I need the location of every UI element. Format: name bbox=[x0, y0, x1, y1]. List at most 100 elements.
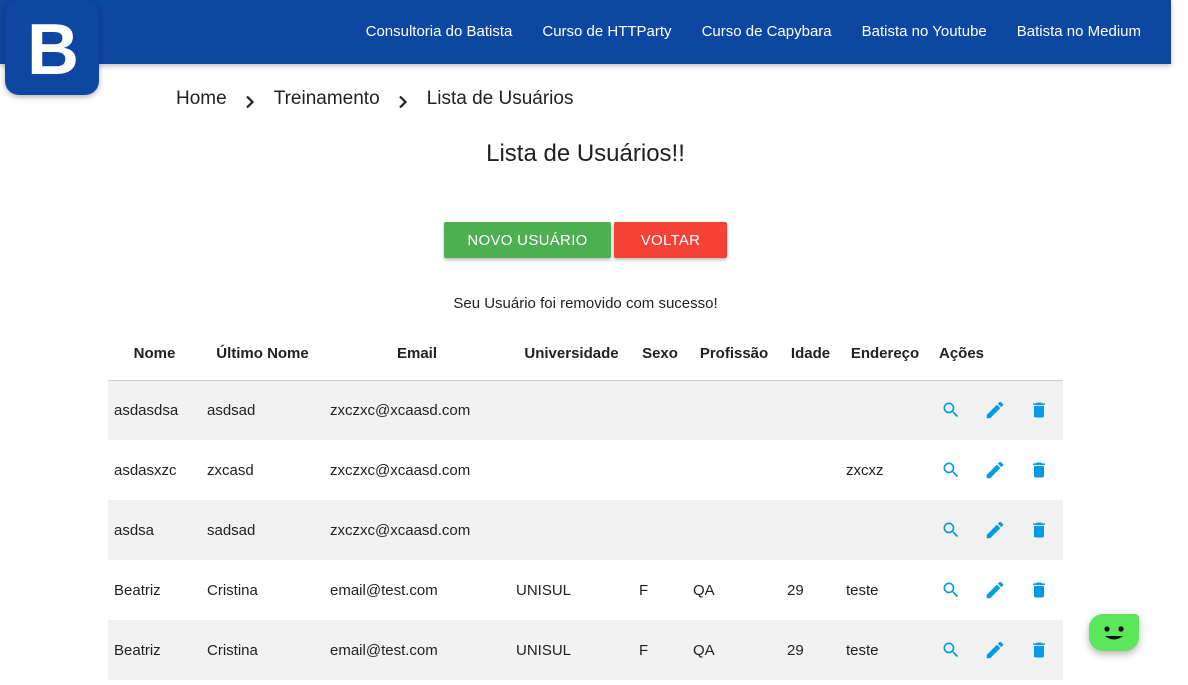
back-button[interactable]: Voltar bbox=[614, 222, 727, 258]
col-header-acoes: Ações bbox=[930, 328, 1063, 381]
cell-profissao: QA bbox=[693, 641, 715, 659]
table-row: Beatriz Cristina email@test.com UNISUL F QA 29… bbox=[108, 560, 1063, 620]
cell-sexo: F bbox=[639, 581, 649, 599]
table-body: asdasdsa asdsad zxczxc@xcaasd.com asdasxzc z… bbox=[108, 380, 1063, 680]
cell-acoes bbox=[930, 620, 1063, 680]
pencil-icon[interactable] bbox=[982, 397, 1008, 423]
cell-profissao bbox=[687, 500, 781, 560]
cell-ultimo-nome: zxcasd bbox=[207, 461, 254, 479]
nav-link-consultoria[interactable]: Consultoria do Batista bbox=[351, 0, 528, 64]
nav-link-medium[interactable]: Batista no Medium bbox=[1002, 0, 1156, 64]
trash-icon[interactable] bbox=[1026, 397, 1052, 423]
cell-sexo bbox=[633, 500, 687, 560]
cell-endereco bbox=[840, 500, 930, 560]
trash-icon[interactable] bbox=[1026, 457, 1052, 483]
row-actions bbox=[936, 457, 1057, 483]
col-header-ultimo-nome: Último Nome bbox=[201, 328, 324, 381]
cell-nome: asdsa bbox=[114, 521, 155, 539]
cell-universidade bbox=[510, 380, 633, 440]
nav-links: Consultoria do Batista Curso de HTTParty… bbox=[351, 0, 1171, 64]
row-actions bbox=[936, 397, 1057, 423]
col-header-universidade: Universidade bbox=[510, 328, 633, 381]
search-icon[interactable] bbox=[938, 577, 964, 603]
cell-acoes bbox=[930, 560, 1063, 620]
breadcrumb-treinamento[interactable]: Treinamento bbox=[274, 88, 380, 110]
col-header-idade: Idade bbox=[781, 328, 840, 381]
cell-acoes bbox=[930, 440, 1063, 500]
pencil-icon[interactable] bbox=[982, 577, 1008, 603]
cell-email: email@test.com bbox=[330, 641, 438, 659]
cell-profissao bbox=[687, 380, 781, 440]
col-header-sexo: Sexo bbox=[633, 328, 687, 381]
trash-icon[interactable] bbox=[1026, 517, 1052, 543]
nav-link-httparty[interactable]: Curso de HTTParty bbox=[527, 0, 686, 64]
cell-ultimo-nome: sadsad bbox=[207, 521, 256, 539]
table-row: asdasxzc zxcasd zxczxc@xcaasd.com zxcxz bbox=[108, 440, 1063, 500]
cell-endereco: teste bbox=[846, 641, 879, 659]
page-title: Lista de Usuários!! bbox=[486, 140, 685, 167]
search-icon[interactable] bbox=[938, 397, 964, 423]
cell-sexo bbox=[633, 380, 687, 440]
cell-universidade: UNISUL bbox=[516, 641, 572, 659]
table-row: asdsa sadsad zxczxc@xcaasd.com bbox=[108, 500, 1063, 560]
cell-sexo bbox=[633, 440, 687, 500]
row-actions bbox=[936, 517, 1057, 543]
cell-email: zxczxc@xcaasd.com bbox=[330, 521, 471, 539]
cell-endereco bbox=[840, 380, 930, 440]
nav-link-youtube[interactable]: Batista no Youtube bbox=[847, 0, 1002, 64]
trash-icon[interactable] bbox=[1026, 637, 1052, 663]
col-header-email: Email bbox=[324, 328, 510, 381]
brand-logo[interactable]: B bbox=[5, 0, 99, 95]
cell-universidade bbox=[510, 500, 633, 560]
cell-ultimo-nome: Cristina bbox=[207, 581, 258, 599]
search-icon[interactable] bbox=[938, 637, 964, 663]
search-icon[interactable] bbox=[938, 457, 964, 483]
breadcrumb: Home Treinamento Lista de Usuários bbox=[176, 86, 573, 112]
col-header-nome: Nome bbox=[108, 328, 201, 381]
nav-link-capybara[interactable]: Curso de Capybara bbox=[687, 0, 847, 64]
cell-acoes bbox=[930, 380, 1063, 440]
cell-universidade bbox=[510, 440, 633, 500]
table-header-row: Nome Último Nome Email Universidade Sexo… bbox=[108, 328, 1063, 381]
table-row: asdasdsa asdsad zxczxc@xcaasd.com bbox=[108, 380, 1063, 440]
cell-idade bbox=[781, 380, 840, 440]
cell-profissao bbox=[687, 440, 781, 500]
trash-icon[interactable] bbox=[1026, 577, 1052, 603]
cell-nome: asdasdsa bbox=[114, 401, 179, 419]
pencil-icon[interactable] bbox=[982, 637, 1008, 663]
cell-nome: Beatriz bbox=[114, 581, 161, 599]
cell-email: email@test.com bbox=[330, 581, 438, 599]
cell-ultimo-nome: Cristina bbox=[207, 641, 258, 659]
col-header-endereco: Endereço bbox=[840, 328, 930, 381]
breadcrumb-current: Lista de Usuários bbox=[426, 88, 574, 109]
new-user-button[interactable]: Novo Usuário bbox=[444, 222, 611, 258]
status-message: Seu Usuário foi removido com sucesso! bbox=[453, 295, 718, 312]
search-icon[interactable] bbox=[938, 517, 964, 543]
cell-nome: Beatriz bbox=[114, 641, 161, 659]
table-row: Beatriz Cristina email@test.com UNISUL F QA 29… bbox=[108, 620, 1063, 680]
row-actions bbox=[936, 577, 1057, 603]
cell-profissao: QA bbox=[693, 581, 715, 599]
logo-letter: B bbox=[27, 10, 79, 90]
cell-idade: 29 bbox=[787, 641, 804, 659]
cell-email: zxczxc@xcaasd.com bbox=[330, 461, 471, 479]
breadcrumb-home[interactable]: Home bbox=[176, 88, 227, 110]
chevron-right-icon bbox=[227, 91, 274, 113]
cell-nome: asdasxzc bbox=[114, 461, 177, 479]
row-actions bbox=[936, 637, 1057, 663]
pencil-icon[interactable] bbox=[982, 457, 1008, 483]
cell-endereco: teste bbox=[846, 581, 879, 599]
chat-face-icon bbox=[1104, 626, 1124, 640]
cell-idade bbox=[781, 500, 840, 560]
cell-sexo: F bbox=[639, 641, 649, 659]
logo-b-icon: B bbox=[27, 10, 79, 90]
users-table: Nome Último Nome Email Universidade Sexo… bbox=[108, 328, 1063, 680]
pencil-icon[interactable] bbox=[982, 517, 1008, 543]
col-header-profissao: Profissão bbox=[687, 328, 781, 381]
chat-widget-button[interactable] bbox=[1089, 614, 1139, 651]
cell-universidade: UNISUL bbox=[516, 581, 572, 599]
chevron-right-icon bbox=[380, 91, 427, 113]
cell-ultimo-nome: asdsad bbox=[207, 401, 256, 419]
cell-acoes bbox=[930, 500, 1063, 560]
top-navbar: Consultoria do Batista Curso de HTTParty… bbox=[0, 0, 1171, 64]
